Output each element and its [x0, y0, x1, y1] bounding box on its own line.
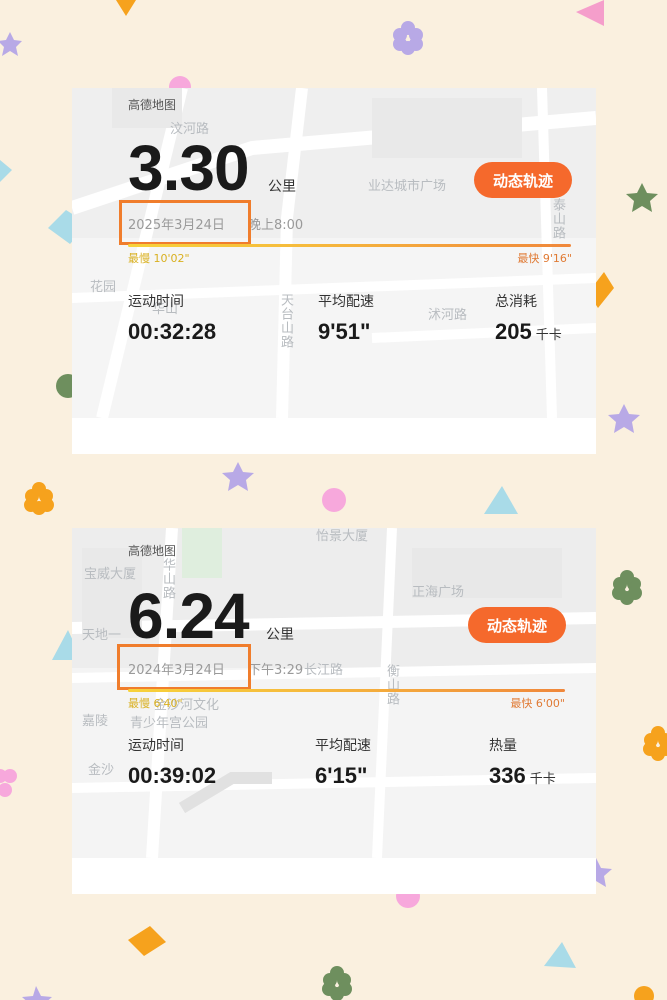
distance-unit: 公里	[266, 627, 294, 643]
run-summary-card[interactable]: 怡景大厦 宝威大厦 正海广场 长江路 衡山路 华山路 天地一 嘉陵 金沙 青少年…	[72, 528, 596, 894]
distance-unit: 公里	[268, 179, 296, 195]
dynamic-track-button[interactable]: 动态轨迹	[474, 162, 572, 198]
stat-label-duration: 运动时间	[128, 294, 184, 310]
run-time: 晚上8:00	[248, 218, 304, 233]
distance-value: 6.24	[128, 580, 250, 652]
stat-label-duration: 运动时间	[128, 738, 184, 754]
pace-gradient-bar	[128, 244, 571, 247]
map-place-label: 花园	[90, 280, 117, 295]
run-summary-card[interactable]: 汶河路 业达城市广场 泰山路 天台山路 花园 华山 沭河路 高德地图 3.30 …	[72, 88, 596, 454]
run-time: 下午3:29	[248, 663, 304, 678]
calories-unit: 千卡	[535, 328, 562, 343]
map-place-label: 正海广场	[412, 585, 465, 600]
map-road-label: 衡山路	[384, 664, 399, 706]
map-background	[72, 528, 596, 858]
map-place-label: 嘉陵	[82, 714, 109, 729]
stat-value-calories: 205 千卡	[495, 319, 562, 344]
stat-value-duration: 00:32:28	[128, 319, 217, 344]
stat-value-avg-pace: 6'15"	[315, 763, 368, 788]
slowest-pace: 最慢 6'40"	[128, 697, 183, 710]
fastest-pace: 最快 9'16"	[517, 252, 572, 265]
stat-value-duration: 00:39:02	[128, 763, 217, 788]
map-road-label: 泰山路	[550, 198, 565, 240]
fastest-pace: 最快 6'00"	[510, 697, 565, 710]
calories-unit: 千卡	[529, 772, 556, 787]
pace-gradient-bar	[128, 689, 565, 692]
map-road-label: 长江路	[304, 663, 344, 678]
map-road-label: 天台山路	[278, 293, 293, 349]
stat-value-avg-pace: 9'51"	[318, 319, 371, 344]
stat-label-calories: 总消耗	[495, 294, 537, 310]
stat-label-calories: 热量	[489, 738, 517, 754]
dynamic-track-button-label: 动态轨迹	[492, 171, 553, 190]
stat-label-avg-pace: 平均配速	[318, 294, 374, 310]
map-place-label: 怡景大厦	[316, 529, 369, 544]
dynamic-track-button-label: 动态轨迹	[486, 616, 547, 635]
map-place-label: 天地一	[82, 628, 122, 643]
dynamic-track-button[interactable]: 动态轨迹	[468, 607, 566, 643]
map-road-label: 沭河路	[428, 308, 468, 323]
date-highlight-box	[117, 644, 251, 690]
stat-label-avg-pace: 平均配速	[315, 738, 371, 754]
distance-value: 3.30	[128, 132, 250, 204]
slowest-pace: 最慢 10'02"	[128, 252, 190, 265]
map-place-label: 业达城市广场	[368, 179, 447, 194]
stat-value-calories: 336 千卡	[489, 763, 556, 788]
map-source-label: 高德地图	[128, 98, 177, 112]
date-highlight-box	[119, 200, 251, 245]
map-place-label: 青少年宫公园	[130, 716, 209, 731]
map-source-label: 高德地图	[128, 544, 177, 558]
map-place-label: 金沙	[88, 763, 115, 778]
